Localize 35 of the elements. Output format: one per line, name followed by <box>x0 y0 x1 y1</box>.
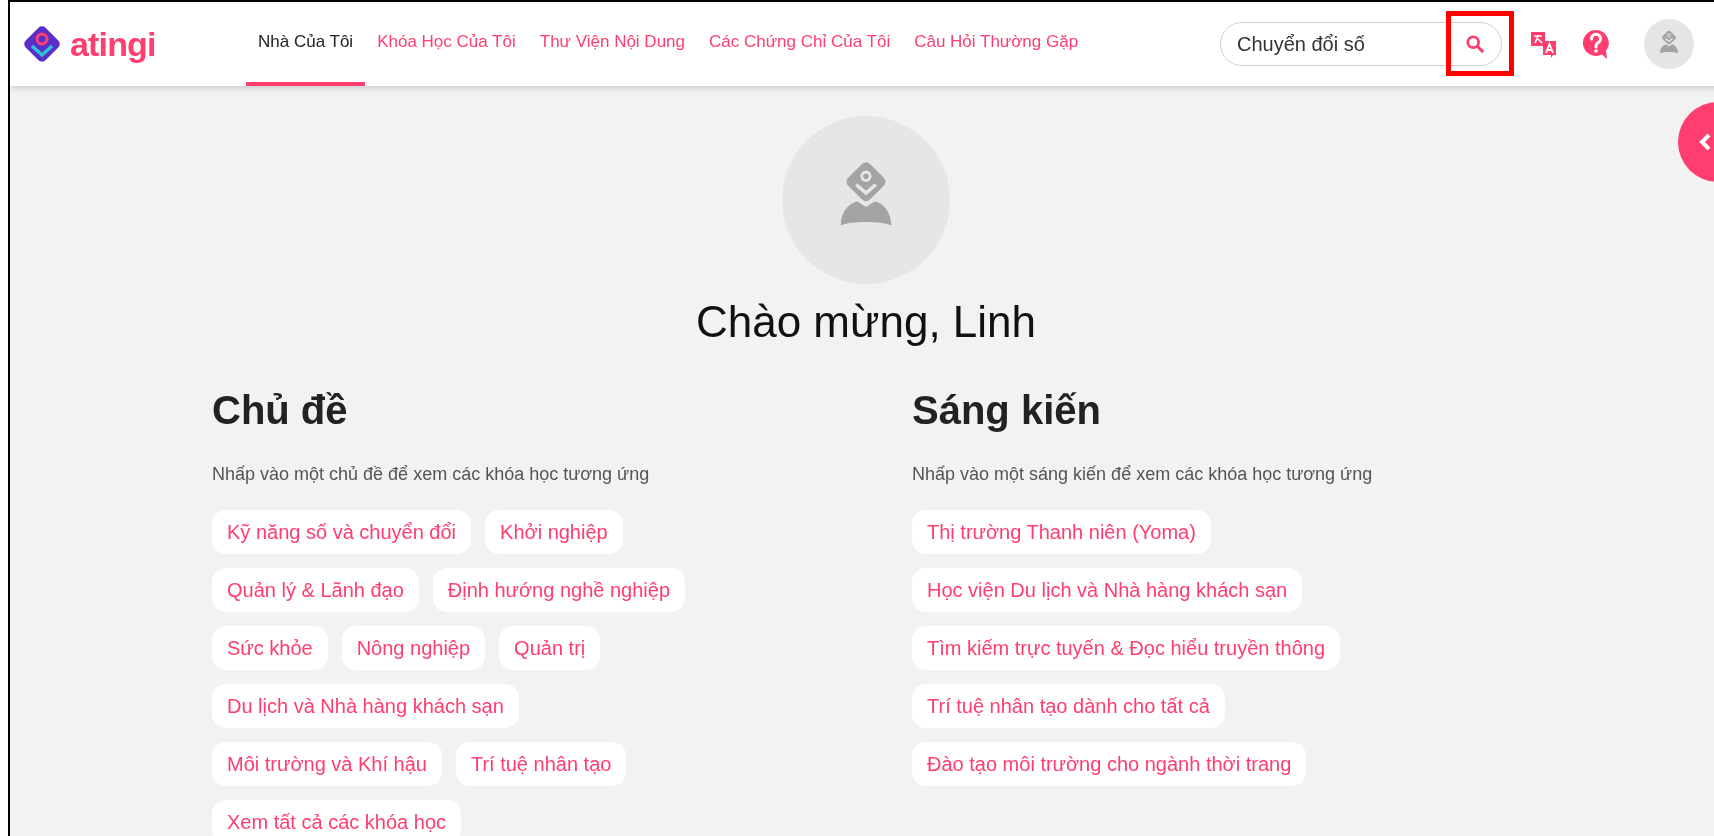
topic-chip[interactable]: Sức khỏe <box>212 626 328 670</box>
section-title: Chủ đề <box>212 387 349 434</box>
topic-chip[interactable]: Trí tuệ nhân tạo dành cho tất cả <box>912 684 1225 728</box>
topic-chip[interactable]: Quản lý & Lãnh đạo <box>212 568 419 612</box>
topic-chip[interactable]: Quản trị <box>499 626 601 670</box>
topic-chip[interactable]: Đào tạo môi trường cho ngành thời trang <box>912 742 1307 786</box>
nav-link[interactable]: Khóa Học Của Tôi <box>365 2 528 86</box>
topic-chip[interactable]: Khởi nghiệp <box>485 510 623 554</box>
help-icon <box>1581 28 1611 60</box>
search-field[interactable]: Chuyển đổi số <box>1220 22 1502 66</box>
translate-icon <box>1529 29 1559 59</box>
topic-chip[interactable]: Xem tất cả các khóa học <box>212 800 461 836</box>
nav-link[interactable]: Câu Hỏi Thường Gặp <box>902 2 1091 86</box>
topic-chip[interactable]: Tìm kiếm trực tuyến & Đọc hiểu truyền thông <box>912 626 1340 670</box>
topic-chip[interactable]: Nông nghiệp <box>341 626 486 670</box>
topic-chip[interactable]: Môi trường và Khí hậu <box>212 742 442 786</box>
highlight-frame <box>1446 11 1514 76</box>
logo-text: atingi <box>70 27 156 61</box>
topic-chip[interactable]: Thị trường Thanh niên (Yoma) <box>912 510 1211 554</box>
search-icon <box>1466 35 1484 53</box>
topic-chip[interactable]: Định hướng nghề nghiệp <box>432 568 686 612</box>
profile-avatar[interactable] <box>1644 19 1694 69</box>
section-title: Sáng kiến <box>912 387 1102 434</box>
topic-chip[interactable]: Trí tuệ nhân tạo <box>455 742 627 786</box>
chevron-left-icon <box>1698 133 1712 151</box>
section-description: Nhấp vào một sáng kiến để xem các khóa học tương ứng <box>912 463 1374 486</box>
nav-link[interactable]: Nhà Của Tôi <box>246 2 366 86</box>
topic-chip[interactable]: Du lịch và Nhà hàng khách sạn <box>212 684 519 728</box>
nav-link[interactable]: Các Chứng Chỉ Của Tôi <box>697 2 903 86</box>
welcome-heading: Chào mừng, Linh <box>695 296 1037 348</box>
nav-link[interactable]: Thư Viện Nội Dung <box>527 2 697 86</box>
help-button[interactable] <box>1580 28 1612 60</box>
topic-chip[interactable]: Học viện Du lịch và Nhà hàng khách sạn <box>912 568 1303 612</box>
section-description: Nhấp vào một chủ đề để xem các khóa học tương ứng <box>212 463 651 486</box>
topic-chip[interactable]: Kỹ năng số và chuyển đổi <box>212 510 472 554</box>
